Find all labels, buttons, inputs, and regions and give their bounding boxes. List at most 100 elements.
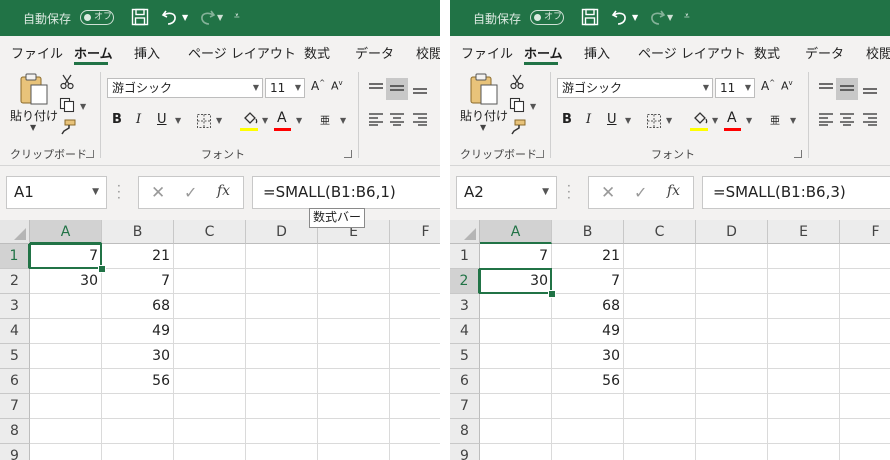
- row-header-3[interactable]: 3: [450, 294, 480, 319]
- redo-dropdown-icon[interactable]: ▼: [217, 13, 223, 22]
- cell-b5[interactable]: 30: [552, 344, 624, 369]
- formula-input[interactable]: =SMALL(B1:B6,3): [702, 176, 890, 209]
- align-left-icon[interactable]: [818, 112, 834, 126]
- fill-color-icon[interactable]: [691, 110, 709, 126]
- cell-e6[interactable]: [768, 369, 840, 394]
- cell-d9[interactable]: [696, 444, 768, 460]
- cell-c7[interactable]: [174, 394, 246, 419]
- format-painter-icon[interactable]: [510, 119, 526, 135]
- cell-e2[interactable]: [318, 269, 390, 294]
- cell-f3[interactable]: [840, 294, 890, 319]
- redo-icon[interactable]: [646, 8, 666, 26]
- borders-dropdown-icon[interactable]: ▼: [666, 116, 672, 125]
- column-header-f[interactable]: F: [840, 220, 890, 244]
- cell-c6[interactable]: [174, 369, 246, 394]
- undo-icon[interactable]: [611, 8, 631, 26]
- formula-bar-resize-handle[interactable]: · · ·: [567, 180, 571, 204]
- fill-handle[interactable]: [98, 265, 106, 273]
- cell-d4[interactable]: [696, 319, 768, 344]
- column-header-c[interactable]: C: [174, 220, 246, 244]
- cell-d9[interactable]: [246, 444, 318, 460]
- align-top-icon[interactable]: [818, 82, 834, 96]
- cell-a5[interactable]: [480, 344, 552, 369]
- name-box-dropdown-icon[interactable]: ▼: [542, 177, 549, 208]
- fill-color-icon[interactable]: [241, 110, 259, 126]
- font-launcher-icon[interactable]: [344, 150, 352, 158]
- select-all-button[interactable]: [0, 220, 30, 244]
- cell-d3[interactable]: [696, 294, 768, 319]
- cell-e7[interactable]: [768, 394, 840, 419]
- cell-c8[interactable]: [624, 419, 696, 444]
- cell-e9[interactable]: [318, 444, 390, 460]
- underline-dropdown-icon[interactable]: ▼: [625, 116, 631, 125]
- cell-a3[interactable]: [30, 294, 102, 319]
- name-box[interactable]: A1 ▼: [6, 176, 107, 209]
- undo-dropdown-icon[interactable]: ▼: [182, 13, 188, 22]
- undo-icon[interactable]: [161, 8, 181, 26]
- column-header-e[interactable]: E: [768, 220, 840, 244]
- cell-a7[interactable]: [480, 394, 552, 419]
- cut-icon[interactable]: [60, 74, 74, 90]
- cell-b1[interactable]: 21: [552, 244, 624, 269]
- font-name-select[interactable]: 游ゴシック ▼: [107, 78, 263, 98]
- cell-e4[interactable]: [318, 319, 390, 344]
- cell-f7[interactable]: [840, 394, 890, 419]
- cell-d3[interactable]: [246, 294, 318, 319]
- cell-b9[interactable]: [552, 444, 624, 460]
- column-header-a[interactable]: A: [30, 220, 102, 244]
- cell-a8[interactable]: [480, 419, 552, 444]
- cell-d1[interactable]: [696, 244, 768, 269]
- row-header-3[interactable]: 3: [0, 294, 30, 319]
- row-header-7[interactable]: 7: [450, 394, 480, 419]
- cell-c4[interactable]: [174, 319, 246, 344]
- cell-f2[interactable]: [390, 269, 440, 294]
- row-header-9[interactable]: 9: [450, 444, 480, 460]
- column-header-d[interactable]: D: [246, 220, 318, 244]
- cell-b4[interactable]: 49: [552, 319, 624, 344]
- cell-f4[interactable]: [390, 319, 440, 344]
- fill-color-dropdown-icon[interactable]: ▼: [712, 116, 718, 125]
- paste-button-label[interactable]: 貼り付け: [10, 107, 58, 124]
- clipboard-launcher-icon[interactable]: [536, 150, 544, 158]
- align-middle-icon[interactable]: [389, 82, 405, 96]
- cell-b3[interactable]: 68: [552, 294, 624, 319]
- align-center-icon[interactable]: [839, 112, 855, 126]
- name-box-dropdown-icon[interactable]: ▼: [92, 177, 99, 208]
- cell-f1[interactable]: [840, 244, 890, 269]
- column-header-d[interactable]: D: [696, 220, 768, 244]
- save-icon[interactable]: [581, 8, 599, 26]
- customize-qat-icon[interactable]: ⩡: [684, 11, 690, 22]
- cell-c9[interactable]: [174, 444, 246, 460]
- cell-f5[interactable]: [390, 344, 440, 369]
- bold-button[interactable]: B: [112, 112, 122, 127]
- copy-dropdown-icon[interactable]: ▼: [80, 102, 86, 111]
- cell-c3[interactable]: [174, 294, 246, 319]
- align-bottom-icon[interactable]: [862, 82, 878, 96]
- align-left-icon[interactable]: [368, 112, 384, 126]
- cell-f5[interactable]: [840, 344, 890, 369]
- cancel-formula-icon[interactable]: ✕: [601, 183, 615, 203]
- cell-c4[interactable]: [624, 319, 696, 344]
- cell-a4[interactable]: [480, 319, 552, 344]
- cell-b8[interactable]: [102, 419, 174, 444]
- italic-button[interactable]: I: [136, 112, 141, 127]
- phonetic-guide-button[interactable]: 亜: [770, 112, 780, 127]
- insert-function-icon[interactable]: fx: [667, 183, 680, 199]
- row-header-1[interactable]: 1: [450, 244, 480, 269]
- cancel-formula-icon[interactable]: ✕: [151, 183, 165, 203]
- cell-d5[interactable]: [696, 344, 768, 369]
- cell-d1[interactable]: [246, 244, 318, 269]
- tab-review[interactable]: 校閲: [416, 43, 440, 62]
- font-color-icon[interactable]: A: [277, 110, 287, 126]
- cell-a9[interactable]: [480, 444, 552, 460]
- cell-e5[interactable]: [318, 344, 390, 369]
- cell-a2[interactable]: 30: [30, 269, 102, 294]
- tab-data[interactable]: データ: [805, 43, 844, 62]
- font-color-dropdown-icon[interactable]: ▼: [296, 116, 302, 125]
- cell-a4[interactable]: [30, 319, 102, 344]
- cell-d7[interactable]: [246, 394, 318, 419]
- cell-e4[interactable]: [768, 319, 840, 344]
- phonetic-dropdown-icon[interactable]: ▼: [790, 116, 796, 125]
- paste-dropdown-icon[interactable]: ▼: [480, 123, 486, 132]
- cell-a1[interactable]: 7: [480, 244, 552, 269]
